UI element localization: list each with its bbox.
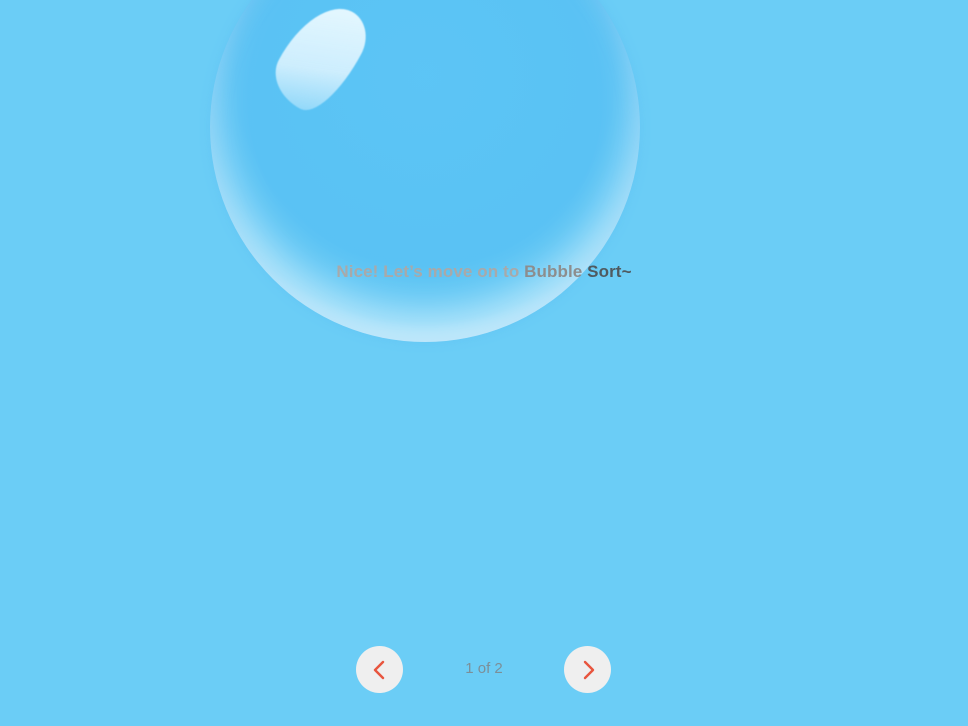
next-page-button[interactable] (564, 646, 611, 693)
message-part-3: Sort~ (587, 262, 632, 281)
chevron-right-icon (583, 660, 594, 679)
stage: Nice! Let’s move on to Bubble Sort~ 1 of… (0, 0, 968, 726)
page-indicator: 1 of 2 (465, 660, 503, 677)
chevron-left-icon (373, 660, 384, 679)
message-part-2: Bubble (524, 262, 588, 281)
bubble-graphic (210, 0, 640, 342)
message-text: Nice! Let’s move on to Bubble Sort~ (0, 262, 968, 282)
previous-page-button[interactable] (356, 646, 403, 693)
message-part-1: Nice! Let’s move on to (336, 262, 525, 281)
